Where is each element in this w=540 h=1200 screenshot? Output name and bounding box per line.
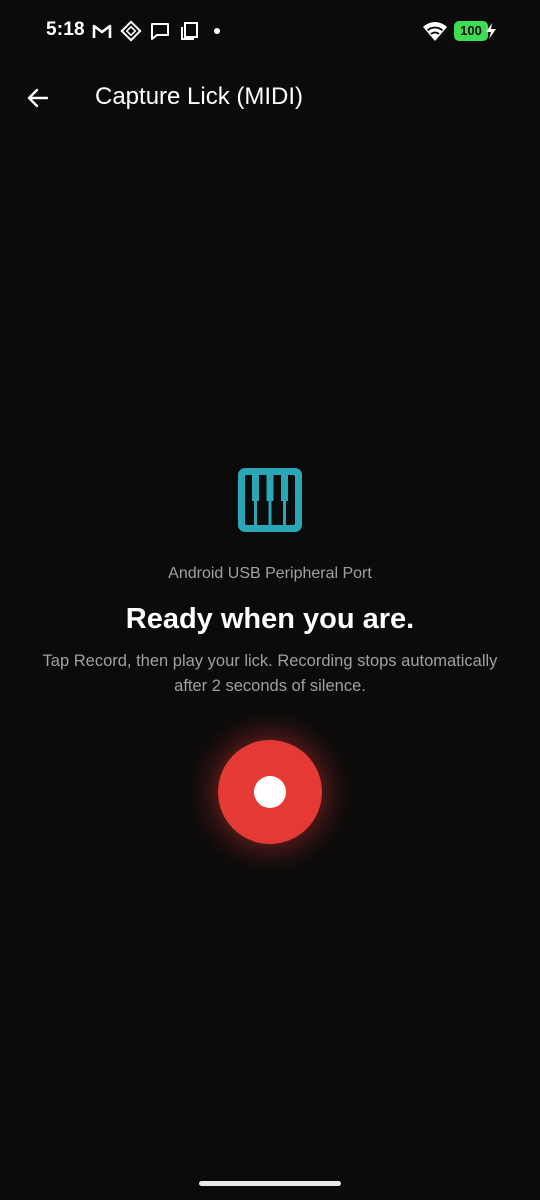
charging-bolt-icon bbox=[485, 22, 497, 40]
port-name: Android USB Peripheral Port bbox=[168, 565, 372, 582]
back-button[interactable] bbox=[16, 76, 60, 120]
gmail-icon bbox=[91, 20, 113, 42]
wifi-icon bbox=[422, 20, 448, 42]
headline: Ready when you are. bbox=[125, 603, 415, 635]
copy-icon bbox=[178, 20, 200, 42]
page-title: Capture Lick (MIDI) bbox=[95, 83, 304, 110]
app-diamond-icon bbox=[120, 20, 142, 42]
status-time: 5:18 bbox=[46, 19, 85, 40]
gesture-navigation-bar[interactable] bbox=[199, 1181, 341, 1186]
instructions-text: Tap Record, then play your lick. Recordi… bbox=[42, 652, 498, 695]
battery-icon: 100 bbox=[454, 21, 488, 41]
status-bar: 5:18 100 bbox=[0, 0, 540, 62]
message-icon bbox=[149, 20, 171, 42]
record-icon bbox=[254, 776, 286, 808]
dot-icon bbox=[214, 28, 220, 34]
record-button[interactable] bbox=[218, 740, 322, 844]
piano-keys-icon bbox=[238, 468, 302, 532]
app-bar: Capture Lick (MIDI) bbox=[0, 62, 540, 134]
arrow-left-icon bbox=[27, 88, 49, 108]
